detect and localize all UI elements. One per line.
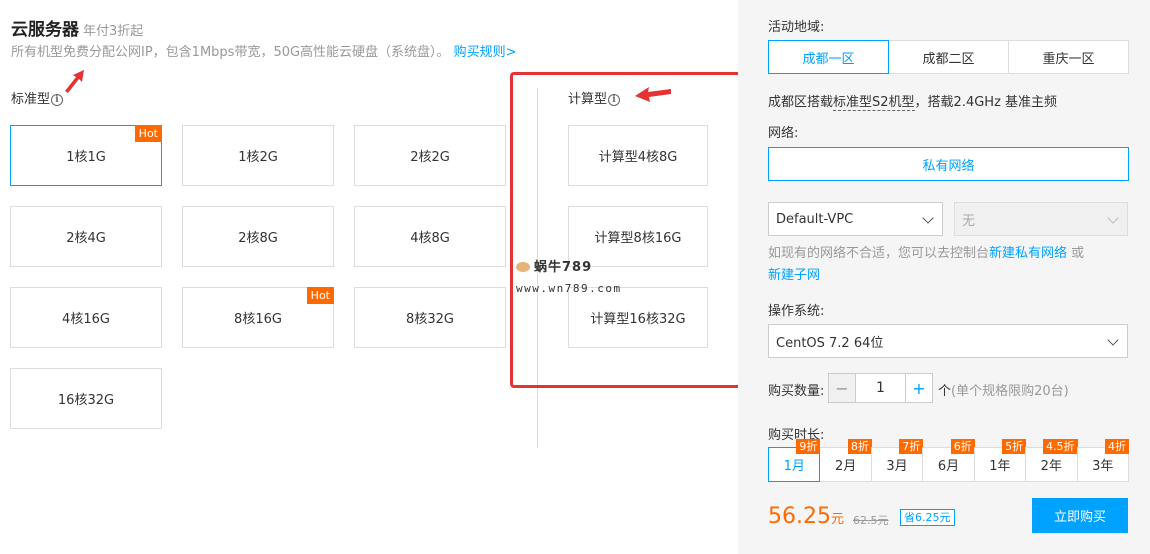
hot-badge: Hot bbox=[306, 287, 334, 304]
discount-badge: 4.5折 bbox=[1043, 439, 1078, 454]
machine-model: 标准型S2机型 bbox=[833, 95, 915, 111]
duration-option[interactable]: 3年 4折 bbox=[1076, 439, 1129, 482]
region-selector: 成都一区 成都二区 重庆一区 bbox=[768, 40, 1129, 74]
standard-type-label: 标准型 i bbox=[11, 88, 64, 107]
increment-button[interactable]: + bbox=[905, 373, 933, 403]
region-option[interactable]: 成都一区 bbox=[768, 40, 889, 74]
chevron-down-icon bbox=[1107, 334, 1119, 346]
chevron-down-icon bbox=[1107, 212, 1119, 224]
discount-badge: 5折 bbox=[1002, 439, 1027, 454]
duration-selector: 1月 9折 2月 8折 3月 7折 6月 6折 1年 5折 2年 4.5折 3年 4折 bbox=[768, 439, 1129, 482]
duration-option[interactable]: 6月 6折 bbox=[922, 439, 975, 482]
spec-option[interactable]: 4核16G bbox=[10, 287, 162, 348]
os-select[interactable]: CentOS 7.2 64位 bbox=[768, 324, 1128, 358]
private-network-button[interactable]: 私有网络 bbox=[768, 147, 1129, 181]
savings-badge: 省6.25元 bbox=[900, 509, 955, 526]
spec-option[interactable]: 2核2G bbox=[354, 125, 506, 186]
discount-badge: 9折 bbox=[796, 439, 821, 454]
duration-option[interactable]: 2年 4.5折 bbox=[1025, 439, 1078, 482]
spec-option[interactable]: 16核32G bbox=[10, 368, 162, 429]
quantity-stepper: − 1 + bbox=[828, 373, 933, 403]
page-title: 云服务器 年付3折起 bbox=[11, 20, 144, 40]
spec-option[interactable]: 1核2G bbox=[182, 125, 334, 186]
duration-option[interactable]: 1年 5折 bbox=[973, 439, 1027, 482]
product-panel: 云服务器 年付3折起 所有机型免费分配公网IP，包含1Mbps带宽，50G高性能云… bbox=[0, 0, 741, 554]
duration-option[interactable]: 2月 8折 bbox=[819, 439, 872, 482]
spec-option[interactable]: 4核8G bbox=[354, 206, 506, 267]
purchase-rules-link[interactable]: 购买规则> bbox=[454, 45, 517, 60]
region-label: 活动地域: bbox=[768, 20, 825, 35]
subnet-select: 无 bbox=[954, 202, 1128, 236]
hot-badge: Hot bbox=[134, 125, 162, 142]
discount-badge: 7折 bbox=[899, 439, 924, 454]
create-subnet-link[interactable]: 新建子网 bbox=[768, 268, 820, 283]
original-price: 62.5元 bbox=[853, 514, 889, 527]
network-label: 网络: bbox=[768, 126, 799, 141]
spec-option[interactable]: 2核8G bbox=[182, 206, 334, 267]
duration-option[interactable]: 3月 7折 bbox=[870, 439, 924, 482]
duration-option[interactable]: 1月 9折 bbox=[768, 439, 821, 482]
discount-badge: 6折 bbox=[950, 439, 975, 454]
quantity-label: 购买数量: bbox=[768, 384, 825, 399]
spec-option[interactable]: 1核1G Hot bbox=[10, 125, 162, 186]
network-hint: 如现有的网络不合适，您可以去控制台新建私有网络 或新建子网 bbox=[768, 246, 1085, 283]
vpc-select[interactable]: Default-VPC bbox=[768, 202, 943, 236]
region-option[interactable]: 成都二区 bbox=[888, 40, 1009, 74]
chevron-down-icon bbox=[922, 212, 934, 224]
quantity-input[interactable]: 1 bbox=[856, 373, 905, 403]
annotation-arrow-icon bbox=[65, 70, 84, 93]
discount-badge: 8折 bbox=[847, 439, 872, 454]
spec-option[interactable]: 8核32G bbox=[354, 287, 506, 348]
region-note: 成都区搭载标准型S2机型，搭载2.4GHz 基准主频 bbox=[768, 95, 1058, 111]
title-subtitle: 年付3折起 bbox=[83, 24, 144, 39]
current-price: 56.25元 bbox=[768, 504, 844, 529]
decrement-button[interactable]: − bbox=[828, 373, 856, 403]
region-option[interactable]: 重庆一区 bbox=[1008, 40, 1129, 74]
product-description: 所有机型免费分配公网IP，包含1Mbps带宽，50G高性能云硬盘（系统盘）。 购买… bbox=[11, 45, 517, 60]
info-icon[interactable]: i bbox=[51, 94, 64, 106]
annotation-highlight-box bbox=[510, 72, 741, 388]
buy-now-button[interactable]: 立即购买 bbox=[1032, 498, 1128, 533]
create-vpc-link[interactable]: 新建私有网络 bbox=[989, 246, 1067, 261]
quantity-unit: 个(单个规格限购20台) bbox=[938, 384, 1069, 399]
quantity-limit: (单个规格限购20台) bbox=[951, 384, 1069, 399]
spec-option[interactable]: 8核16G Hot bbox=[182, 287, 334, 348]
discount-badge: 4折 bbox=[1104, 439, 1129, 454]
os-label: 操作系统: bbox=[768, 304, 825, 319]
spec-option[interactable]: 2核4G bbox=[10, 206, 162, 267]
